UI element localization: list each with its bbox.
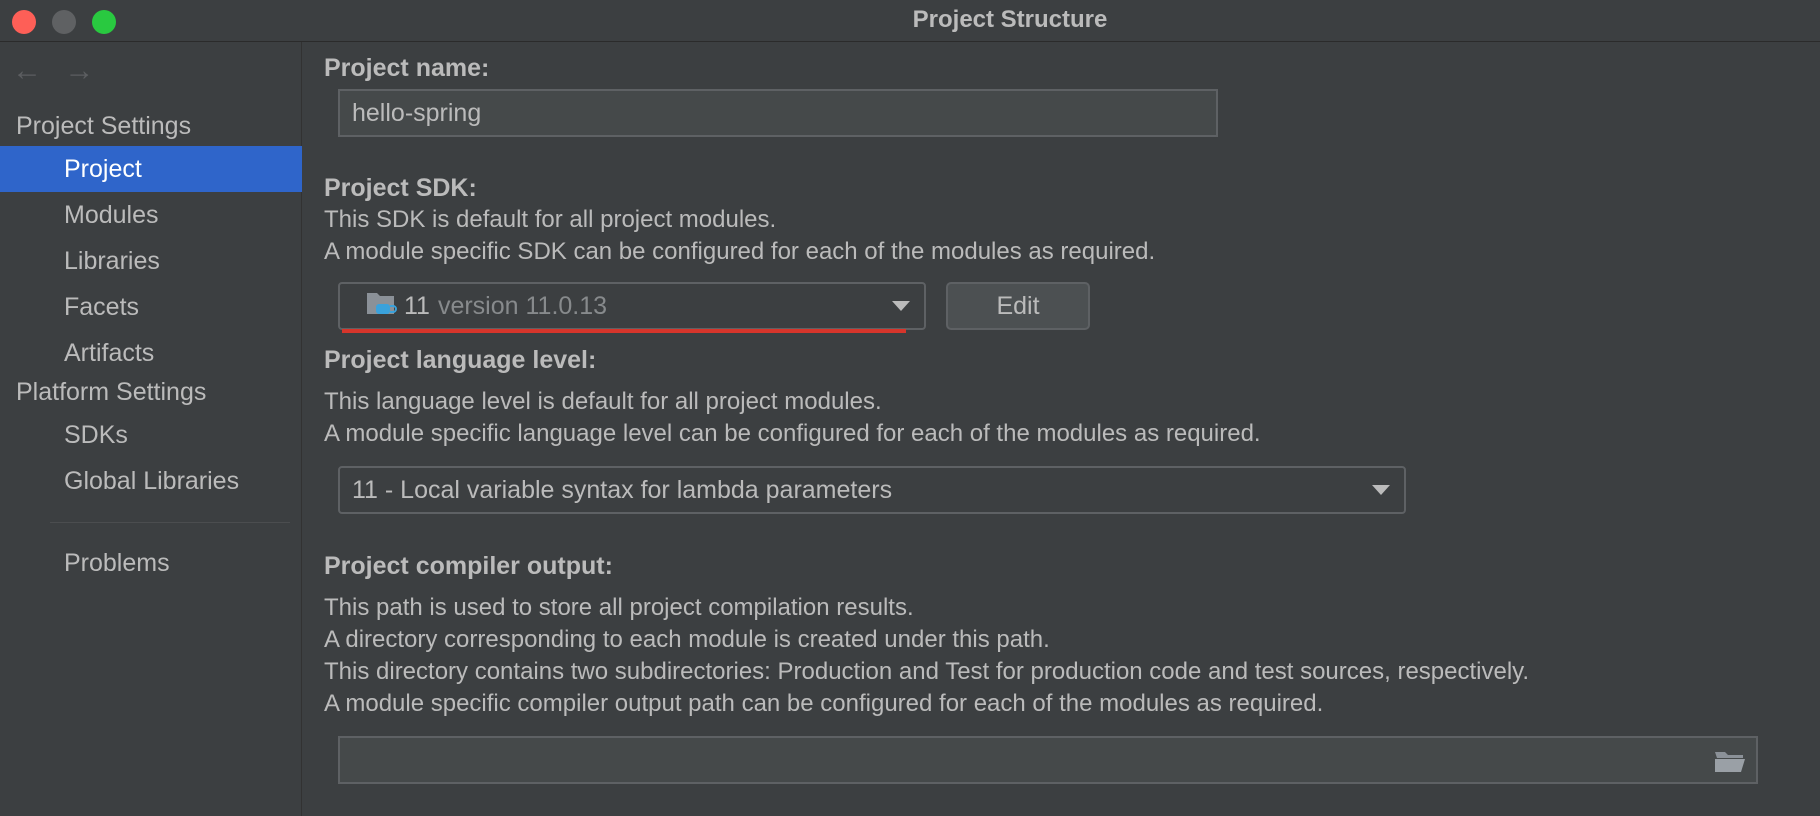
window-title: Project Structure [912,6,1108,33]
sidebar-item-global-libraries[interactable]: Global Libraries [0,458,302,504]
sdk-version: version 11.0.13 [437,291,608,320]
project-sdk-label: Project SDK: [324,174,477,202]
compiler-output-path-input[interactable] [338,736,1758,784]
project-name-input[interactable]: hello-spring [338,89,1218,137]
sidebar-item-project[interactable]: Project [0,146,302,192]
nav-arrows: ← → [12,54,108,88]
sidebar-item-artifacts[interactable]: Artifacts [0,330,302,376]
sidebar-item-libraries[interactable]: Libraries [0,238,302,284]
language-level-label: Project language level: [324,346,597,374]
project-sdk-dropdown[interactable]: 11 version 11.0.13 [338,282,926,330]
back-arrow-icon[interactable]: ← [12,54,42,88]
language-level-description-1: This language level is default for all p… [324,388,882,415]
compiler-output-description-3: This directory contains two subdirectori… [324,658,1530,685]
compiler-output-description-2: A directory corresponding to each module… [324,626,1050,653]
compiler-output-description-1: This path is used to store all project c… [324,594,914,621]
sidebar-item-sdks[interactable]: SDKs [0,412,302,458]
sidebar-item-facets[interactable]: Facets [0,284,302,330]
project-settings-panel: Project name: hello-spring Project SDK: … [302,42,1820,816]
language-level-value: 11 - Local variable syntax for lambda pa… [352,475,893,504]
sdk-error-underline [342,329,906,333]
jdk-folder-icon [366,289,398,324]
browse-folder-icon[interactable] [1714,748,1746,781]
compiler-output-description-4: A module specific compiler output path c… [324,690,1324,717]
chevron-down-icon [1372,485,1390,495]
project-sdk-description-2: A module specific SDK can be configured … [324,238,1156,265]
project-settings-header: Project Settings [16,112,192,140]
chevron-down-icon [892,301,910,311]
sdk-name: 11 [404,291,430,320]
edit-sdk-button[interactable]: Edit [946,282,1090,330]
forward-arrow-icon[interactable]: → [64,54,94,88]
project-sdk-description-1: This SDK is default for all project modu… [324,206,777,233]
title-bar: Project Structure [0,0,1820,42]
platform-settings-header: Platform Settings [16,378,207,406]
project-name-label: Project name: [324,54,490,82]
compiler-output-label: Project compiler output: [324,552,613,580]
project-name-value: hello-spring [352,98,482,127]
language-level-description-2: A module specific language level can be … [324,420,1261,447]
language-level-dropdown[interactable]: 11 - Local variable syntax for lambda pa… [338,466,1406,514]
sidebar-item-modules[interactable]: Modules [0,192,302,238]
sidebar-divider [50,522,290,523]
sidebar: ← → Project Settings Project Modules Lib… [0,42,302,816]
sidebar-item-problems[interactable]: Problems [0,540,302,586]
